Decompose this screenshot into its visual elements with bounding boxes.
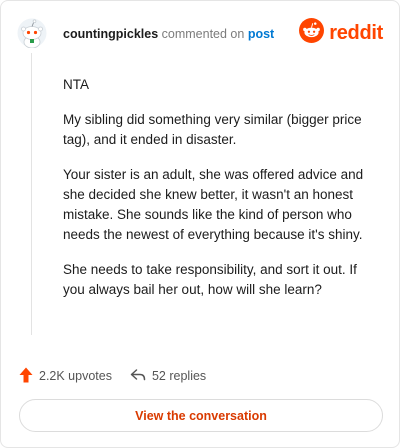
comment-stats: 2.2K upvotes 52 replies [19, 366, 224, 386]
reddit-logo-icon [299, 18, 325, 48]
reply-count: 52 replies [151, 369, 207, 383]
action-text: commented on [161, 27, 245, 41]
snoo-avatar-icon[interactable] [17, 18, 47, 49]
reply-stat[interactable]: 52 replies [130, 368, 206, 385]
reddit-wordmark: reddit [329, 21, 383, 44]
view-conversation-button[interactable]: View the conversation [19, 399, 383, 432]
reddit-logo[interactable]: reddit [299, 17, 383, 49]
comment-paragraph: NTA [63, 77, 89, 92]
upvote-stat[interactable]: 2.2K upvotes [19, 367, 112, 386]
comment-paragraph: My sibling did something very similar (b… [63, 112, 362, 147]
reply-arrow-icon [130, 368, 152, 385]
comment-card: countingpickles commented on post reddit [0, 0, 400, 448]
comment-meta: countingpickles commented on post [63, 26, 274, 42]
comment-paragraph: She needs to take responsibility, and so… [63, 262, 357, 297]
comment-body: NTA My sibling did something very simila… [63, 75, 381, 315]
comment-paragraph: Your sister is an adult, she was offered… [63, 167, 364, 242]
upvote-arrow-icon[interactable] [19, 367, 39, 386]
upvote-count: 2.2K upvotes [39, 369, 112, 383]
username[interactable]: countingpickles [63, 27, 158, 41]
comment-header: countingpickles commented on post reddit [17, 15, 383, 51]
thread-line [31, 53, 32, 335]
post-link[interactable]: post [248, 27, 274, 41]
